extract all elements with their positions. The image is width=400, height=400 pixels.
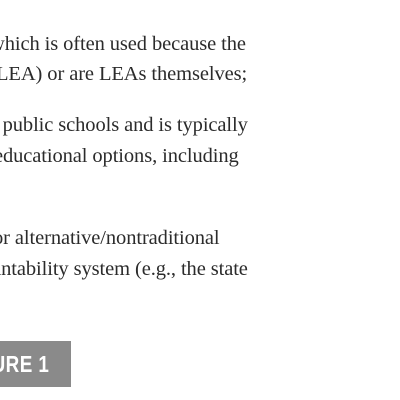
body-text-line: which is often used because the: [0, 33, 246, 55]
body-text-line: or alternative/nontraditional: [0, 227, 220, 249]
figure-label-text: URE 1: [0, 351, 49, 377]
body-text-line: l public schools and is typically: [0, 114, 248, 136]
body-text-line: educational options, including: [0, 145, 239, 167]
figure-label-badge: URE 1: [0, 341, 71, 387]
body-text-line: untability system (e.g., the state: [0, 258, 248, 280]
body-text-line: LEA) or are LEAs themselves;: [0, 63, 248, 85]
